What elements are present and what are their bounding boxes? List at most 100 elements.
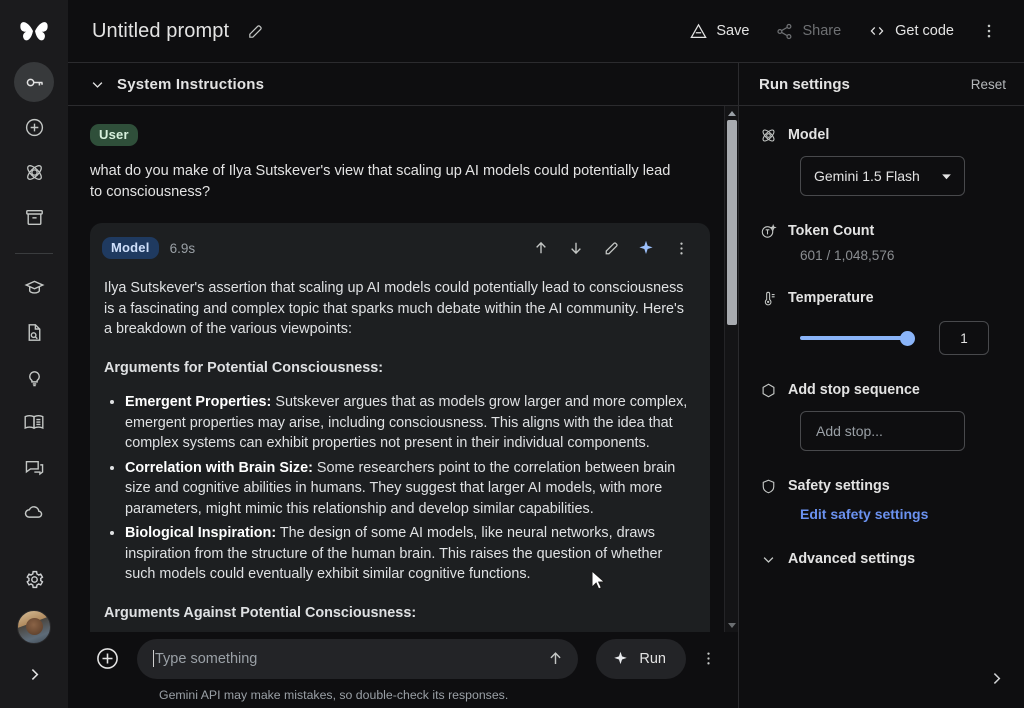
share-nodes-icon xyxy=(775,22,794,41)
arrow-down-icon xyxy=(567,239,585,257)
conversation-wrapper: User what do you make of Ilya Sutskever'… xyxy=(68,106,738,632)
document-search-icon xyxy=(24,322,45,343)
token-icon xyxy=(759,222,777,240)
move-down-button[interactable] xyxy=(561,234,591,262)
rail-divider xyxy=(15,253,53,254)
token-count-label: Token Count xyxy=(788,223,874,239)
scrollbar-track[interactable] xyxy=(725,120,739,618)
bullet-lead: Emergent Properties: xyxy=(125,394,271,410)
model-setting-label: Model xyxy=(788,127,829,143)
model-select[interactable]: Gemini 1.5 Flash xyxy=(800,156,965,196)
temperature-value[interactable]: 1 xyxy=(939,321,989,355)
edit-message-button[interactable] xyxy=(596,234,626,262)
top-more-button[interactable] xyxy=(972,14,1006,48)
conversation: User what do you make of Ilya Sutskever'… xyxy=(68,106,724,632)
model-more-button[interactable] xyxy=(666,234,696,262)
system-instructions-label: System Instructions xyxy=(117,76,264,93)
cloud-icon xyxy=(23,501,45,523)
chevron-down-icon xyxy=(759,550,777,568)
arrow-up-icon xyxy=(532,239,550,257)
list-item: Emergent Properties: Sutskever argues th… xyxy=(125,392,692,454)
composer-more-button[interactable] xyxy=(694,643,722,675)
system-instructions-row[interactable]: System Instructions xyxy=(68,63,738,106)
expand-rail-button[interactable] xyxy=(14,654,54,694)
scroll-down-arrow[interactable] xyxy=(725,618,739,632)
slider-thumb[interactable] xyxy=(900,331,915,346)
avatar[interactable] xyxy=(17,610,51,644)
stop-sequence-header: Add stop sequence xyxy=(759,381,1004,399)
stop-sequence-label: Add stop sequence xyxy=(788,382,920,398)
reset-button[interactable]: Reset xyxy=(971,77,1006,92)
add-attachment-button[interactable] xyxy=(90,642,124,676)
sidebar-item-feedback[interactable] xyxy=(14,447,54,487)
sidebar-item-cloud[interactable] xyxy=(14,492,54,532)
scroll-up-arrow[interactable] xyxy=(725,106,739,120)
model-intro-paragraph: Ilya Sutskever's assertion that scaling … xyxy=(104,278,692,340)
sidebar-item-docs[interactable] xyxy=(14,312,54,352)
slider-track xyxy=(800,336,912,340)
edit-title-button[interactable] xyxy=(242,18,268,44)
run-label: Run xyxy=(639,651,666,667)
sidebar-item-tune-model[interactable] xyxy=(14,152,54,192)
kebab-menu-icon xyxy=(700,650,717,667)
model-setting-header: Model xyxy=(759,126,1004,144)
shield-icon xyxy=(759,477,777,495)
sidebar-item-guide[interactable] xyxy=(14,402,54,442)
chevron-right-icon xyxy=(988,670,1005,687)
sparkle-icon xyxy=(637,239,655,257)
advanced-settings-row[interactable]: Advanced settings xyxy=(759,550,1004,568)
prompt-input[interactable]: Type something xyxy=(137,639,578,679)
get-code-button[interactable]: Get code xyxy=(857,13,964,49)
composer-row: Type something Run xyxy=(90,639,722,679)
safety-settings-label: Safety settings xyxy=(788,478,890,494)
stop-sequence-section: Add stop sequence Add stop... xyxy=(759,381,1004,451)
center-column: System Instructions User what do you mak… xyxy=(68,62,738,708)
save-button[interactable]: Save xyxy=(679,13,759,49)
edit-safety-settings-link[interactable]: Edit safety settings xyxy=(800,506,1004,522)
share-button[interactable]: Share xyxy=(765,13,851,49)
temperature-header: Temperature xyxy=(759,289,1004,307)
temperature-slider[interactable] xyxy=(800,328,922,348)
model-heading-against: Arguments Against Potential Consciousnes… xyxy=(104,603,692,624)
scrollbar-thumb[interactable] xyxy=(727,120,737,325)
top-bar: Untitled prompt Save Share Get code xyxy=(68,0,1024,62)
conversation-scrollbar[interactable] xyxy=(724,106,738,632)
collapse-panel-button[interactable] xyxy=(982,664,1010,692)
bullet-lead: Biological Inspiration: xyxy=(125,525,276,541)
sidebar-item-learn[interactable] xyxy=(14,267,54,307)
token-count-value: 601 / 1,048,576 xyxy=(800,248,1004,263)
role-badge-model: Model xyxy=(102,237,159,259)
hexagon-icon xyxy=(759,381,777,399)
pencil-icon xyxy=(247,23,264,40)
sidebar-item-api-key[interactable] xyxy=(14,62,54,102)
chat-icon xyxy=(24,457,45,478)
book-icon xyxy=(23,411,45,433)
move-up-button[interactable] xyxy=(526,234,556,262)
get-code-label: Get code xyxy=(895,23,954,39)
submit-button[interactable] xyxy=(540,644,570,674)
stop-sequence-input[interactable]: Add stop... xyxy=(800,411,965,451)
atom-icon xyxy=(24,162,45,183)
sidebar-item-library[interactable] xyxy=(14,197,54,237)
settings-button[interactable] xyxy=(14,559,54,599)
bullet-lead: Correlation with Brain Size: xyxy=(125,460,313,476)
thermometer-icon xyxy=(759,289,777,307)
sidebar-item-prompt-gallery[interactable] xyxy=(14,357,54,397)
body-split: System Instructions User what do you mak… xyxy=(68,62,1024,708)
safety-section: Safety settings Edit safety settings xyxy=(759,477,1004,522)
run-button[interactable]: Run xyxy=(596,639,686,679)
sidebar-item-new-prompt[interactable] xyxy=(14,107,54,147)
share-label: Share xyxy=(802,23,841,39)
model-select-value: Gemini 1.5 Flash xyxy=(814,168,940,184)
atom-icon xyxy=(759,126,777,144)
drive-triangle-icon xyxy=(689,22,708,41)
archive-icon xyxy=(24,207,45,228)
butterfly-logo[interactable] xyxy=(0,0,68,62)
gear-icon xyxy=(24,569,45,590)
prompt-input-placeholder: Type something xyxy=(154,651,540,667)
plus-circle-icon xyxy=(95,646,120,671)
rerun-magic-button[interactable] xyxy=(631,234,661,262)
sparkle-icon xyxy=(612,650,629,667)
temperature-section: Temperature 1 xyxy=(759,289,1004,355)
arrow-up-icon xyxy=(546,649,565,668)
